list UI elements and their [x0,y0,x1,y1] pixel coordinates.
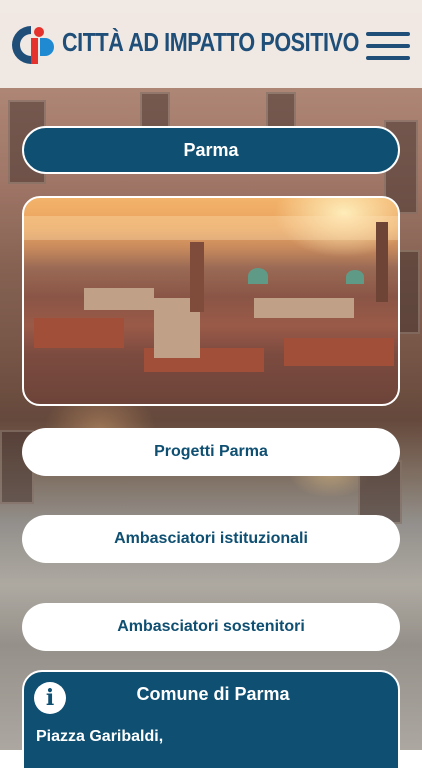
ambasciatori-sostenitori-button[interactable]: Ambasciatori sostenitori [22,603,400,651]
info-card-title: Comune di Parma [136,684,290,704]
hamburger-menu-icon[interactable] [366,32,410,60]
city-photo [22,196,400,406]
info-card: i Comune di Parma Piazza Garibaldi, [22,670,400,770]
app-title: CITTÀ AD IMPATTO POSITIVO [62,27,359,57]
info-card-address: Piazza Garibaldi, [36,728,164,745]
ci-logo-icon [11,26,54,64]
ambasciatori-istituzionali-button[interactable]: Ambasciatori istituzionali [22,515,400,563]
city-button-parma[interactable]: Parma [22,126,400,174]
progetti-parma-button[interactable]: Progetti Parma [22,428,400,476]
app-header: CITTÀ AD IMPATTO POSITIVO [0,0,422,88]
